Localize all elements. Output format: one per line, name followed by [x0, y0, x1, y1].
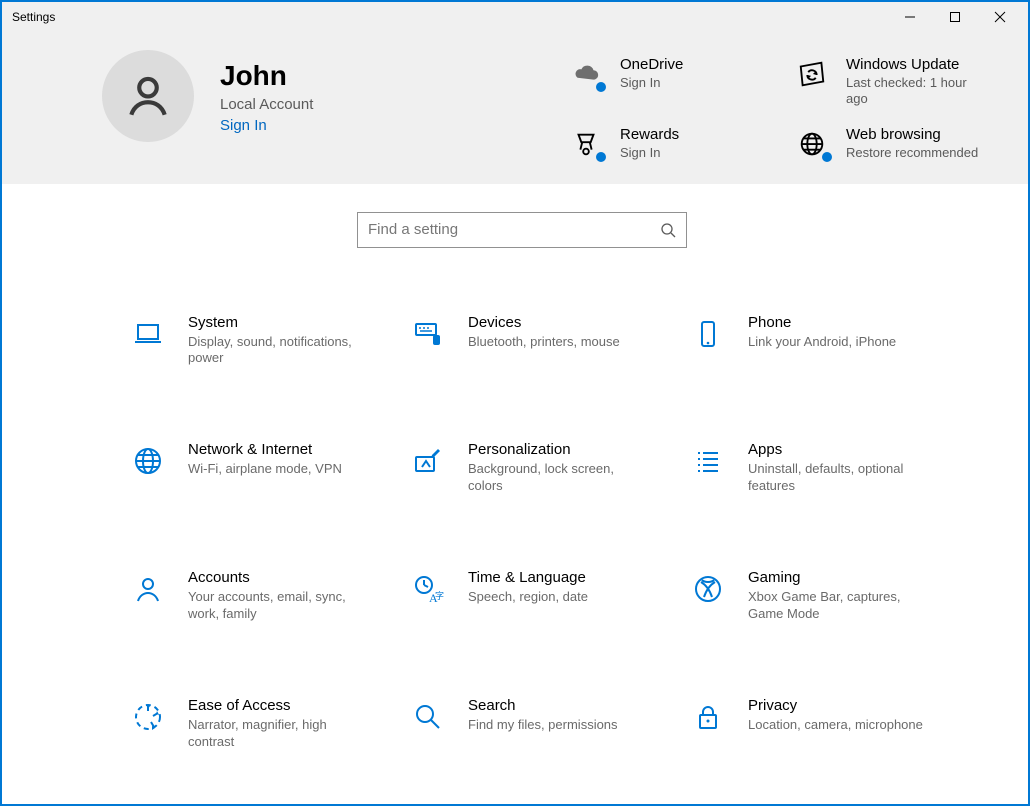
- svg-text:字: 字: [435, 590, 444, 601]
- category-title: Network & Internet: [188, 441, 342, 458]
- rewards-tile[interactable]: Rewards Sign In: [566, 126, 776, 162]
- close-button[interactable]: [977, 3, 1022, 31]
- user-name: John: [220, 60, 313, 92]
- category-title: Accounts: [188, 569, 368, 586]
- category-title: Phone: [748, 314, 896, 331]
- sync-box-icon: [792, 56, 832, 92]
- category-title: Privacy: [748, 697, 923, 714]
- user-info: John Local Account Sign In: [220, 50, 313, 134]
- lock-icon: [688, 697, 728, 737]
- titlebar: Settings: [2, 2, 1028, 32]
- category-apps[interactable]: Apps Uninstall, defaults, optional featur…: [680, 433, 952, 503]
- search-placeholder: Find a setting: [368, 221, 660, 238]
- category-gaming[interactable]: Gaming Xbox Game Bar, captures, Game Mode: [680, 561, 952, 631]
- category-sub: Your accounts, email, sync, work, family: [188, 589, 368, 623]
- search-icon: [660, 222, 676, 238]
- keyboard-icon: [408, 314, 448, 354]
- apps-list-icon: [688, 441, 728, 481]
- cloud-icon: [566, 56, 606, 92]
- category-sub: Location, camera, microphone: [748, 717, 923, 734]
- category-devices[interactable]: Devices Bluetooth, printers, mouse: [400, 306, 672, 376]
- category-title: Gaming: [748, 569, 928, 586]
- minimize-button[interactable]: [887, 3, 932, 31]
- category-sub: Bluetooth, printers, mouse: [468, 334, 620, 351]
- account-header: John Local Account Sign In OneDrive Sign…: [2, 32, 1028, 184]
- category-sub: Link your Android, iPhone: [748, 334, 896, 351]
- category-sub: Display, sound, notifications, power: [188, 334, 368, 368]
- paint-icon: [408, 441, 448, 481]
- category-personalization[interactable]: Personalization Background, lock screen, …: [400, 433, 672, 503]
- categories-grid: System Display, sound, notifications, pow…: [2, 266, 1028, 805]
- category-ease-of-access[interactable]: Ease of Access Narrator, magnifier, high …: [120, 689, 392, 759]
- window-title: Settings: [8, 10, 55, 24]
- maximize-icon: [949, 11, 961, 23]
- globe-line-icon: [128, 441, 168, 481]
- search-input[interactable]: Find a setting: [357, 212, 687, 248]
- category-title: Time & Language: [468, 569, 588, 586]
- web-browsing-title: Web browsing: [846, 126, 978, 143]
- globe-icon: [792, 126, 832, 162]
- avatar[interactable]: [102, 50, 194, 142]
- category-sub: Wi-Fi, airplane mode, VPN: [188, 461, 342, 478]
- person-icon: [128, 569, 168, 609]
- category-sub: Uninstall, defaults, optional features: [748, 461, 928, 495]
- windows-update-title: Windows Update: [846, 56, 986, 73]
- laptop-icon: [128, 314, 168, 354]
- badge-dot-icon: [820, 150, 834, 164]
- category-privacy[interactable]: Privacy Location, camera, microphone: [680, 689, 952, 759]
- phone-icon: [688, 314, 728, 354]
- category-search[interactable]: Search Find my files, permissions: [400, 689, 672, 759]
- category-accounts[interactable]: Accounts Your accounts, email, sync, work…: [120, 561, 392, 631]
- category-sub: Find my files, permissions: [468, 717, 618, 734]
- category-system[interactable]: System Display, sound, notifications, pow…: [120, 306, 392, 376]
- category-sub: Speech, region, date: [468, 589, 588, 606]
- category-time-language[interactable]: A字 Time & Language Speech, region, date: [400, 561, 672, 631]
- onedrive-tile[interactable]: OneDrive Sign In: [566, 56, 776, 108]
- rewards-title: Rewards: [620, 126, 679, 143]
- category-title: System: [188, 314, 368, 331]
- maximize-button[interactable]: [932, 3, 977, 31]
- minimize-icon: [904, 11, 916, 23]
- web-browsing-sub: Restore recommended: [846, 145, 978, 161]
- category-network[interactable]: Network & Internet Wi-Fi, airplane mode, …: [120, 433, 392, 503]
- category-sub: Background, lock screen, colors: [468, 461, 648, 495]
- xbox-icon: [688, 569, 728, 609]
- category-sub: Narrator, magnifier, high contrast: [188, 717, 368, 751]
- category-phone[interactable]: Phone Link your Android, iPhone: [680, 306, 952, 376]
- windows-update-tile[interactable]: Windows Update Last checked: 1 hour ago: [792, 56, 1002, 108]
- time-language-icon: A字: [408, 569, 448, 609]
- magnifier-icon: [408, 697, 448, 737]
- search-row: Find a setting: [2, 184, 1028, 266]
- onedrive-sub: Sign In: [620, 75, 683, 91]
- web-browsing-tile[interactable]: Web browsing Restore recommended: [792, 126, 1002, 162]
- settings-window: Settings John Local Account Sign In: [0, 0, 1030, 806]
- rewards-sub: Sign In: [620, 145, 679, 161]
- user-icon: [123, 71, 173, 121]
- category-title: Ease of Access: [188, 697, 368, 714]
- close-icon: [994, 11, 1006, 23]
- windows-update-sub: Last checked: 1 hour ago: [846, 75, 986, 108]
- category-title: Personalization: [468, 441, 648, 458]
- category-title: Devices: [468, 314, 620, 331]
- category-title: Search: [468, 697, 618, 714]
- onedrive-title: OneDrive: [620, 56, 683, 73]
- account-type: Local Account: [220, 96, 313, 113]
- ease-of-access-icon: [128, 697, 168, 737]
- rewards-icon: [566, 126, 606, 162]
- category-sub: Xbox Game Bar, captures, Game Mode: [748, 589, 928, 623]
- category-title: Apps: [748, 441, 928, 458]
- badge-dot-icon: [594, 150, 608, 164]
- badge-dot-icon: [594, 80, 608, 94]
- sign-in-link[interactable]: Sign In: [220, 117, 313, 134]
